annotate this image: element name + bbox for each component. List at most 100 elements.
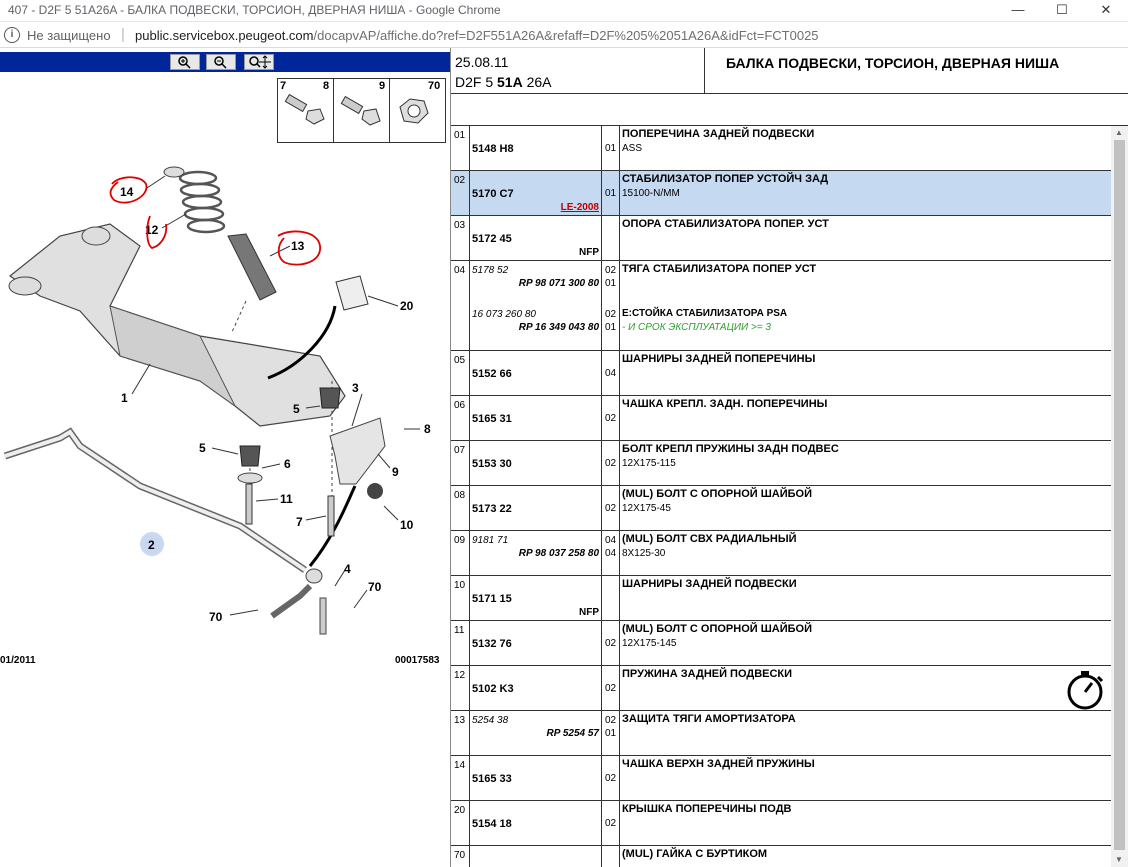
row-number: 04 <box>454 265 466 276</box>
part-description: (MUL) ГАЙКА С БУРТИКОМ <box>622 848 768 860</box>
close-button[interactable]: ✕ <box>1084 0 1128 22</box>
row-number: 03 <box>454 220 466 231</box>
address-bar[interactable]: i Не защищено | public.servicebox.peugeo… <box>0 22 1128 48</box>
row-num-cell: 05 <box>451 351 470 395</box>
row-qty-cell: 04 <box>602 351 620 395</box>
stopwatch-icon[interactable] <box>1064 668 1108 712</box>
replacement-reference: RP 5254 57 <box>546 728 599 739</box>
part-description: ЧАШКА КРЕПЛ. ЗАДН. ПОПЕРЕЧИНЫ <box>622 398 828 410</box>
scroll-up-icon[interactable]: ▲ <box>1115 128 1123 137</box>
row-qty-cell: 02 <box>602 441 620 485</box>
parts-row[interactable]: 11 5132 76 02 (MUL) БОЛТ С ОПОРНОЙ ШАЙБОЙ 12… <box>451 621 1111 666</box>
row-num-cell: 13 <box>451 711 470 755</box>
part-description: (MUL) БОЛТ С ОПОРНОЙ ШАЙБОЙ <box>622 488 812 500</box>
parts-row[interactable]: 05 5152 66 04 ШАРНИРЫ ЗАДНЕЙ ПОПЕРЕЧИНЫ <box>451 351 1111 396</box>
row-qty-cell: 02 <box>602 396 620 440</box>
parts-row[interactable]: 70 (MUL) ГАЙКА С БУРТИКОМ <box>451 846 1111 867</box>
part-reference: 5165 33 <box>472 773 512 785</box>
parts-row[interactable]: 02 5170 C7 LE-2008 01 СТАБИЛИЗАТОР ПОПЕР УСТ… <box>451 171 1111 216</box>
minimize-button[interactable]: — <box>996 0 1040 22</box>
quantity: 02 <box>605 715 617 726</box>
row-ref-cell: 5152 66 <box>470 351 602 395</box>
part-detail: 12X175-145 <box>622 638 677 649</box>
callout-1: 1 <box>121 391 128 405</box>
quantity: 01 <box>605 188 617 199</box>
zoom-toolbar <box>0 52 450 72</box>
parts-row[interactable]: 06 5165 31 02 ЧАШКА КРЕПЛ. ЗАДН. ПОПЕРЕЧИНЫ <box>451 396 1111 441</box>
parts-row[interactable]: 04 5178 52 RP 98 071 300 80 16 073 260 80 RP… <box>451 261 1111 351</box>
row-num-cell: 02 <box>451 171 470 215</box>
callout-2: 2 <box>148 538 155 552</box>
quantity: 02 <box>605 773 617 784</box>
callout-5b: 5 <box>199 441 206 455</box>
header-title: БАЛКА ПОДВЕСКИ, ТОРСИОН, ДВЕРНАЯ НИША <box>726 55 1060 71</box>
alt-reference: 5178 52 <box>472 265 509 276</box>
parts-row[interactable]: 08 5173 22 02 (MUL) БОЛТ С ОПОРНОЙ ШАЙБОЙ 12… <box>451 486 1111 531</box>
scroll-thumb[interactable] <box>1114 140 1125 850</box>
row-qty-cell: 04 04 <box>602 531 620 575</box>
part-tag[interactable]: LE-2008 <box>561 202 599 213</box>
row-num-cell: 10 <box>451 576 470 620</box>
zoom-in-button[interactable] <box>170 54 200 70</box>
parts-row[interactable]: 07 5153 30 02 БОЛТ КРЕПЛ ПРУЖИНЫ ЗАДН ПОДВЕ… <box>451 441 1111 486</box>
part-reference: 5165 31 <box>472 413 512 425</box>
info-icon[interactable]: i <box>4 27 20 43</box>
diagram-pane: 7 8 9 70 14 12 13 20 1 3 5 8 5 6 9 11 7 … <box>0 48 450 867</box>
part-description: ЗАЩИТА ТЯГИ АМОРТИЗАТОРА <box>622 713 796 725</box>
parts-row[interactable]: 10 5171 15 NFP ШАРНИРЫ ЗАДНЕЙ ПОДВЕСКИ <box>451 576 1111 621</box>
row-desc-cell: ОПОРА СТАБИЛИЗАТОРА ПОПЕР. УСТ <box>620 216 1111 260</box>
callout-3: 3 <box>352 381 359 395</box>
part-reference: 5154 18 <box>472 818 512 830</box>
row-desc-cell: (MUL) БОЛТ СВХ РАДИАЛЬНЫЙ 8X125-30 <box>620 531 1111 575</box>
symbol-label: 8 <box>323 80 330 92</box>
zoom-out-button[interactable] <box>206 54 236 70</box>
row-ref-cell: 5170 C7 LE-2008 <box>470 171 602 215</box>
part-description: ПРУЖИНА ЗАДНЕЙ ПОДВЕСКИ <box>622 668 793 680</box>
pan-zoom-button[interactable] <box>244 54 274 70</box>
parts-row[interactable]: 12 5102 K3 02 ПРУЖИНА ЗАДНЕЙ ПОДВЕСКИ <box>451 666 1111 711</box>
maximize-button[interactable]: ☐ <box>1040 0 1084 22</box>
row-ref-cell: 5153 30 <box>470 441 602 485</box>
row-desc-cell: ЧАШКА КРЕПЛ. ЗАДН. ПОПЕРЕЧИНЫ <box>620 396 1111 440</box>
row-qty-cell <box>602 576 620 620</box>
alt-reference: 9181 71 <box>472 535 509 546</box>
parts-row[interactable]: 13 5254 38 RP 5254 57 02 01 ЗАЩИТА ТЯГИ АМОРТ… <box>451 711 1111 756</box>
scrollbar[interactable]: ▲ ▼ <box>1111 126 1128 867</box>
parts-row[interactable]: 14 5165 33 02 ЧАШКА ВЕРХН ЗАДНЕЙ ПРУЖИНЫ <box>451 756 1111 801</box>
callout-10: 10 <box>400 518 414 532</box>
row-desc-cell: ЧАШКА ВЕРХН ЗАДНЕЙ ПРУЖИНЫ <box>620 756 1111 800</box>
replacement-reference: RP 98 071 300 80 <box>518 278 599 289</box>
replacement-reference: RP 16 349 043 80 <box>518 322 599 333</box>
callout-20: 20 <box>400 299 414 313</box>
url-path: /docapvAP/affiche.do?ref=D2F551A26A&refa… <box>313 28 819 43</box>
scroll-down-icon[interactable]: ▼ <box>1115 855 1123 864</box>
callout-7: 7 <box>296 515 303 529</box>
callout-70b: 70 <box>209 610 223 624</box>
quantity: 02 <box>605 818 617 829</box>
parts-row[interactable]: 20 5154 18 02 КРЫШКА ПОПЕРЕЧИНЫ ПОДВ <box>451 801 1111 846</box>
part-reference: 5170 C7 <box>472 188 514 200</box>
security-status[interactable]: Не защищено <box>27 28 111 43</box>
parts-row[interactable]: 09 9181 71 RP 98 037 258 80 04 04 (MUL) БОЛТ … <box>451 531 1111 576</box>
row-number: 12 <box>454 670 466 681</box>
quantity: 02 <box>605 265 617 276</box>
parts-table: 01 5148 H8 01 ПОПЕРЕЧИНА ЗАДНЕЙ ПОДВЕСКИ ASS… <box>451 126 1111 867</box>
quantity: 04 <box>605 368 617 379</box>
part-tag: NFP <box>579 607 599 618</box>
quantity: 04 <box>605 548 617 559</box>
symbol-label: 70 <box>428 80 441 92</box>
row-ref-cell: 5178 52 RP 98 071 300 80 16 073 260 80 RP 1… <box>470 261 602 350</box>
parts-row[interactable]: 03 5172 45 NFP ОПОРА СТАБИЛИЗАТОРА ПОПЕР. У… <box>451 216 1111 261</box>
row-number: 07 <box>454 445 466 456</box>
callout-13: 13 <box>291 239 305 253</box>
row-number: 70 <box>454 850 466 861</box>
parts-row[interactable]: 01 5148 H8 01 ПОПЕРЕЧИНА ЗАДНЕЙ ПОДВЕСКИ ASS <box>451 126 1111 171</box>
url-text[interactable]: public.servicebox.peugeot.com/docapvAP/a… <box>135 28 819 43</box>
row-qty-cell <box>602 216 620 260</box>
row-number: 20 <box>454 805 466 816</box>
row-ref-cell: 5171 15 NFP <box>470 576 602 620</box>
row-number: 13 <box>454 715 466 726</box>
row-number: 11 <box>454 625 465 636</box>
quantity: 02 <box>605 309 617 320</box>
part-detail: 15100-N/MM <box>622 188 680 199</box>
